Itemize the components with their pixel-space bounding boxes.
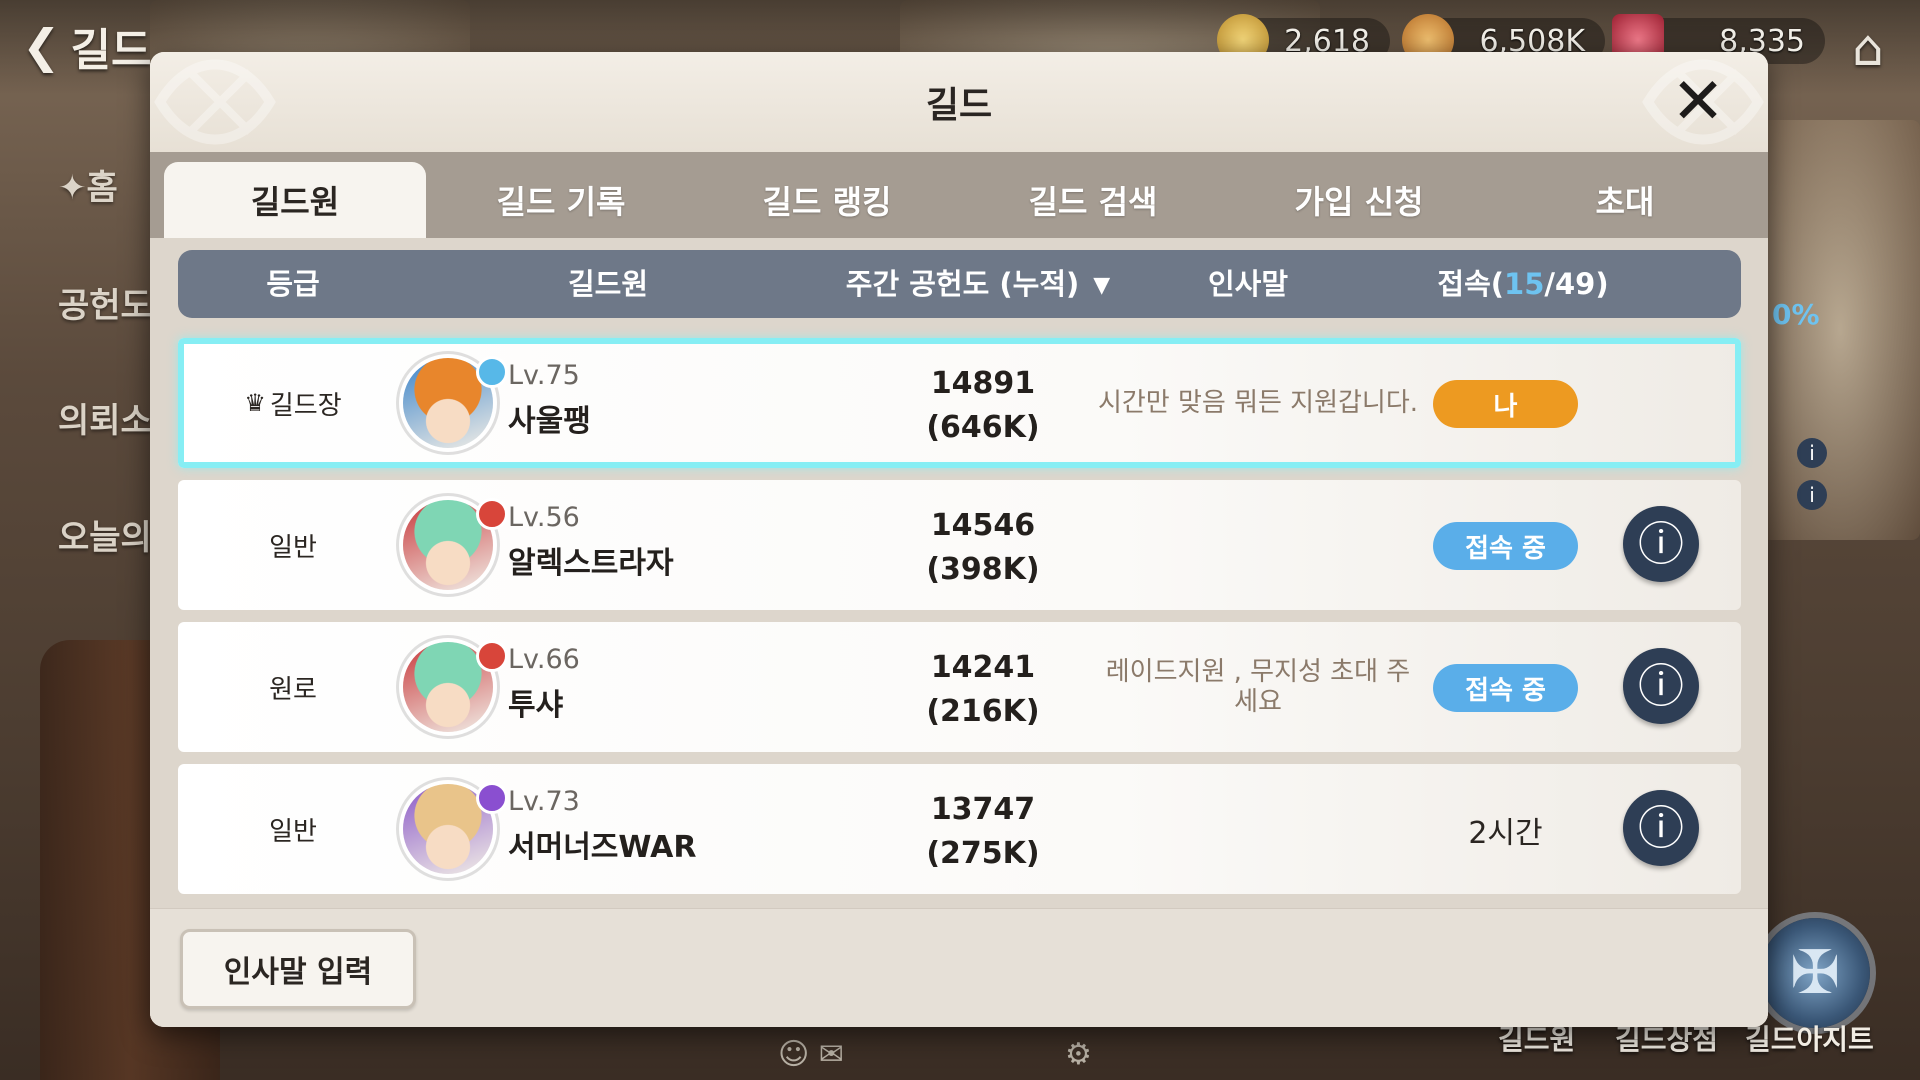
enter-greeting-button[interactable]: 인사말 입력 [180, 929, 416, 1009]
member-row[interactable]: 원로 Lv.66 투샤 14241 (216K) 레이드지원 , 무지성 초대 주… [178, 622, 1741, 752]
tab-guild-ranking[interactable]: 길드 랭킹 [696, 162, 958, 238]
table-header: 등급 길드원 주간 공헌도 (누적) ▼ 인사말 접속(15/49) [178, 250, 1741, 318]
left-menu-label: 의뢰소 [58, 401, 152, 441]
tab-bar: 길드원 길드 기록 길드 랭킹 길드 검색 가입 신청 초대 [150, 152, 1768, 238]
member-greeting: 레이드지원 , 무지성 초대 주세요 [1105, 657, 1411, 717]
chat-icon[interactable]: ☺ ✉ [778, 1037, 844, 1072]
tab-label: 길드 검색 [1028, 183, 1158, 221]
close-icon[interactable]: ✕ [1660, 64, 1736, 140]
inspect-member-button[interactable]: ⓘ [1623, 790, 1699, 866]
inspect-member-button[interactable]: ⓘ [1623, 648, 1699, 724]
modal-header: 길드 ✕ [150, 52, 1768, 152]
knot-ornament-icon [154, 59, 276, 145]
member-name: 서머너즈WAR [508, 830, 697, 865]
tab-members[interactable]: 길드원 [164, 162, 426, 238]
tab-label: 길드 기록 [496, 183, 626, 221]
member-level: Lv.75 [508, 360, 580, 391]
grade-label: 길드장 [269, 390, 342, 421]
tab-label: 길드 랭킹 [762, 183, 892, 221]
left-menu-label: 홈 [86, 168, 118, 208]
home-icon[interactable]: ⌂ [1838, 18, 1898, 78]
modal-footer: 인사말 입력 [150, 908, 1768, 1027]
member-row[interactable]: 일반 Lv.56 알렉스트라자 14546 (398K) 접속 중 ⓘ [178, 480, 1741, 610]
modal-title: 길드 [925, 85, 993, 126]
column-online[interactable]: 접속(15/49) [1358, 250, 1688, 318]
column-grade[interactable]: 등급 [178, 250, 408, 318]
element-badge-icon [476, 356, 508, 388]
last-seen-label: 2시간 [1468, 816, 1543, 851]
member-list-area: 등급 길드원 주간 공헌도 (누적) ▼ 인사말 접속(15/49) ♛ 길드장 L… [150, 238, 1768, 1027]
status-badge: 접속 중 [1433, 522, 1578, 570]
magnifier-info-icon: ⓘ [1638, 517, 1684, 571]
left-menu-label: 공헌도 [58, 286, 152, 326]
member-name: 알렉스트라자 [508, 546, 674, 581]
member-grade: 일반 [178, 764, 408, 894]
member-grade: 원로 [178, 622, 408, 752]
member-row[interactable]: 일반 Lv.73 서머너즈WAR 13747 (275K) 2시간 ⓘ [178, 764, 1741, 894]
member-name: 투샤 [508, 688, 564, 723]
status-badge: 접속 중 [1433, 664, 1578, 712]
member-grade: ♛ 길드장 [178, 338, 408, 468]
member-level: Lv.56 [508, 502, 580, 533]
bottom-nav-label: 길드상점 [1615, 1023, 1719, 1056]
column-label: 접속( [1437, 267, 1505, 301]
element-badge-icon [476, 498, 508, 530]
left-menu-label: 오늘의 [58, 518, 152, 558]
tab-invite[interactable]: 초대 [1494, 162, 1756, 238]
back-label: 길드 [70, 25, 152, 76]
status-badge: 나 [1433, 380, 1578, 428]
member-greeting: 시간만 맞음 뭐든 지원갑니다. [1097, 388, 1419, 418]
column-member[interactable]: 길드원 [438, 250, 778, 318]
member-greeting [1048, 764, 1468, 894]
magnifier-info-icon: ⓘ [1638, 801, 1684, 855]
back-arrow-icon: ❮ [22, 19, 61, 73]
member-row[interactable]: ♛ 길드장 Lv.75 사울팽 14891 (646K) 시간만 맞음 뭐든 지원갑… [178, 338, 1741, 468]
magnifier-info-icon: ⓘ [1638, 659, 1684, 713]
tab-join-requests[interactable]: 가입 신청 [1228, 162, 1490, 238]
guild-modal: 길드 ✕ 길드원 길드 기록 길드 랭킹 길드 검색 가입 신청 초대 등급 길… [150, 52, 1768, 1027]
member-name: 사울팽 [508, 404, 591, 439]
column-label: 등급 [266, 267, 320, 301]
member-level: Lv.73 [508, 786, 580, 817]
right-progress-label: 0% [1772, 298, 1820, 331]
grade-label: 일반 [269, 532, 317, 563]
inspect-member-button[interactable]: ⓘ [1623, 506, 1699, 582]
star-icon: ✦ [58, 168, 87, 208]
tab-label: 가입 신청 [1294, 183, 1424, 221]
element-badge-icon [476, 782, 508, 814]
info-icon[interactable]: i [1797, 480, 1827, 510]
tab-guild-log[interactable]: 길드 기록 [430, 162, 692, 238]
column-label: 주간 공헌도 (누적) [845, 267, 1080, 301]
member-level: Lv.66 [508, 644, 580, 675]
element-badge-icon [476, 640, 508, 672]
right-progress-fragment: 0% [1772, 298, 1820, 331]
info-icon[interactable]: i [1797, 438, 1827, 468]
bottom-nav-label: 길드원 [1498, 1023, 1576, 1056]
grade-label: 원로 [269, 674, 317, 705]
tab-label: 초대 [1595, 183, 1655, 221]
column-label: 길드원 [567, 267, 649, 301]
member-grade: 일반 [178, 480, 408, 610]
member-greeting [1048, 480, 1468, 610]
settings-icon[interactable]: ⚙ [1065, 1037, 1092, 1072]
tab-label: 길드원 [250, 183, 340, 221]
column-greeting[interactable]: 인사말 [1098, 250, 1398, 318]
online-count: 15 [1504, 267, 1545, 301]
column-label: 인사말 [1207, 267, 1289, 301]
guild-emblem-icon[interactable]: ✠ [1760, 918, 1870, 1028]
bottom-nav-label: 길드아지트 [1745, 1023, 1874, 1056]
grade-label: 일반 [269, 816, 317, 847]
crown-icon: ♛ [244, 389, 266, 417]
tab-guild-search[interactable]: 길드 검색 [962, 162, 1224, 238]
online-total: /49) [1544, 267, 1609, 301]
